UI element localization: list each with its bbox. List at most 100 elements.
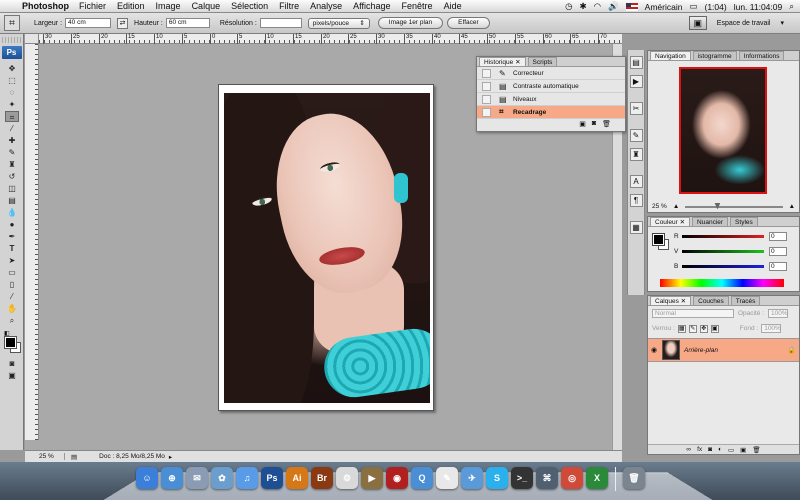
dock-icon-chrome[interactable]: ◎ [561, 467, 583, 489]
lock-pixels-icon[interactable]: ✎ [688, 324, 697, 333]
history-item[interactable]: ▤ Niveaux [477, 93, 625, 106]
blend-mode-select[interactable]: Normal [652, 309, 734, 318]
tab-nuancier[interactable]: Nuancier [692, 217, 729, 226]
clone-stamp-tool-icon[interactable]: ♜ [5, 159, 19, 170]
crop-tool-icon[interactable]: ⌗ [5, 111, 19, 122]
tab-informations[interactable]: Informations [738, 51, 785, 60]
layer-row[interactable]: ◉ Arrière-plan 🔒 [648, 338, 799, 362]
gradient-tool-icon[interactable]: ▤ [5, 195, 19, 206]
green-slider[interactable] [682, 249, 764, 253]
menu-image[interactable]: Image [156, 1, 181, 11]
lasso-tool-icon[interactable]: ◌ [5, 87, 19, 98]
workspace-icon[interactable]: ▣ [688, 16, 707, 30]
hand-tool-icon[interactable]: ✋ [5, 303, 19, 314]
clear-button[interactable]: Effacer [447, 17, 490, 29]
crop-tool-preset-icon[interactable]: ⌗ [4, 15, 20, 31]
snapshot-checkbox[interactable] [482, 68, 491, 78]
actions-panel-icon[interactable]: ▶ [629, 75, 643, 88]
lock-transparency-icon[interactable]: ▦ [677, 324, 686, 333]
camera-icon[interactable]: ◙ [592, 120, 596, 127]
tool-presets-icon[interactable]: ✂ [629, 102, 643, 115]
menu-affichage[interactable]: Affichage [353, 1, 390, 11]
resolution-unit-select[interactable]: pixels/pouce ⇕ [307, 17, 370, 29]
history-item[interactable]: ✎ Correcteur [477, 67, 625, 80]
input-source-label[interactable]: Américain [645, 2, 683, 12]
foreground-color-swatch[interactable] [4, 336, 17, 349]
new-group-icon[interactable]: ▭ [728, 446, 734, 454]
tab-couleur[interactable]: Couleur ✕ [650, 217, 691, 226]
volume-icon[interactable]: 🔊 [608, 1, 619, 12]
move-tool-icon[interactable]: ✥ [5, 63, 19, 74]
menu-clock[interactable]: lun. 11:04:09 [734, 2, 783, 12]
zoom-out-icon[interactable]: ▲ [673, 203, 679, 210]
visibility-eye-icon[interactable]: ◉ [648, 346, 660, 354]
wifi-icon[interactable]: ◠ [594, 1, 601, 12]
tab-styles[interactable]: Styles [730, 217, 758, 226]
clone-source-icon[interactable]: ♜ [629, 148, 643, 161]
lock-position-icon[interactable]: ✥ [699, 324, 708, 333]
battery-icon[interactable]: ▭ [689, 1, 697, 12]
new-layer-icon[interactable]: ▣ [740, 446, 746, 454]
panel-grip[interactable] [2, 37, 21, 43]
navigator-zoom-value[interactable]: 25 % [652, 203, 667, 210]
slider-knob[interactable] [714, 202, 721, 210]
blur-tool-icon[interactable]: 💧 [5, 207, 19, 218]
brush-tool-icon[interactable]: ✎ [5, 147, 19, 158]
tab-calques[interactable]: Calques ✕ [650, 296, 692, 305]
tab-traces[interactable]: Tracés [730, 296, 761, 305]
navigator-zoom-slider[interactable] [685, 202, 783, 210]
snapshot-checkbox[interactable] [482, 81, 491, 91]
tab-navigation[interactable]: Navigation [650, 51, 691, 60]
menu-edition[interactable]: Edition [117, 1, 145, 11]
zoom-in-icon[interactable]: ▲ [789, 203, 795, 210]
dock-icon-safari[interactable]: ⊕ [161, 467, 183, 489]
tab-historique[interactable]: Historique ✕ [479, 57, 526, 66]
trash-icon[interactable]: 🗑 [602, 120, 611, 128]
link-layers-icon[interactable]: ∞ [686, 446, 691, 453]
dock-icon-itunes[interactable]: ♫ [236, 467, 258, 489]
width-input[interactable]: 40 cm [65, 18, 112, 28]
blue-slider[interactable] [682, 264, 764, 268]
battery-time[interactable]: (1:04) [704, 2, 726, 12]
history-brush-tool-icon[interactable]: ↺ [5, 171, 19, 182]
green-value-input[interactable]: 0 [769, 246, 787, 256]
menu-fenetre[interactable]: Fenêtre [402, 1, 433, 11]
front-image-button[interactable]: Image 1er plan [377, 17, 444, 29]
dock-icon-iphoto[interactable]: ✿ [211, 467, 233, 489]
bluetooth-icon[interactable]: ✱ [580, 1, 587, 12]
dock-icon-quicktime[interactable]: Q [411, 467, 433, 489]
vertical-ruler[interactable] [25, 44, 39, 440]
eyedropper2-tool-icon[interactable]: ⁄ [5, 291, 19, 302]
app-menu[interactable]: Photoshop [22, 1, 69, 11]
dock-icon-finder[interactable]: ☺ [136, 467, 158, 489]
menu-fichier[interactable]: Fichier [79, 1, 106, 11]
swap-dimensions-icon[interactable]: ⇄ [117, 17, 129, 29]
dock-icon-illustrator[interactable]: Ai [286, 467, 308, 489]
layer-name[interactable]: Arrière-plan [684, 347, 787, 354]
layer-comps-icon[interactable]: ▦ [629, 221, 643, 234]
spotlight-icon[interactable]: ⌕ [789, 1, 794, 12]
tab-histogram[interactable]: istogramme [692, 51, 737, 60]
eraser-tool-icon[interactable]: ◫ [5, 183, 19, 194]
shape-tool-icon[interactable]: ▭ [5, 267, 19, 278]
dock-icon-skype[interactable]: S [486, 467, 508, 489]
dock-icon-pdf[interactable]: ✎ [436, 467, 458, 489]
portrait-photo[interactable] [224, 93, 430, 403]
color-spectrum-ramp[interactable] [660, 279, 784, 287]
lock-all-icon[interactable]: ▣ [710, 324, 719, 333]
marquee-tool-icon[interactable]: ⬚ [5, 75, 19, 86]
dock-icon-stamp[interactable]: ✈ [461, 467, 483, 489]
time-machine-icon[interactable]: ◷ [565, 1, 572, 12]
menu-analyse[interactable]: Analyse [310, 1, 342, 11]
tab-scripts[interactable]: Scripts [527, 57, 558, 66]
ruler-origin[interactable] [25, 34, 39, 44]
layer-mask-icon[interactable]: ◙ [708, 446, 712, 453]
paragraph-panel-icon[interactable]: ¶ [629, 194, 643, 207]
chevron-down-icon[interactable]: ▾ [780, 19, 784, 27]
dock-icon-utility[interactable]: ⚙ [336, 467, 358, 489]
dock-icon-excel[interactable]: X [586, 467, 608, 489]
document-canvas[interactable] [218, 84, 434, 411]
delete-layer-icon[interactable]: 🗑 [752, 446, 760, 454]
quick-mask-icon[interactable]: ◙ [5, 358, 19, 369]
dock-icon-terminal[interactable]: >_ [511, 467, 533, 489]
